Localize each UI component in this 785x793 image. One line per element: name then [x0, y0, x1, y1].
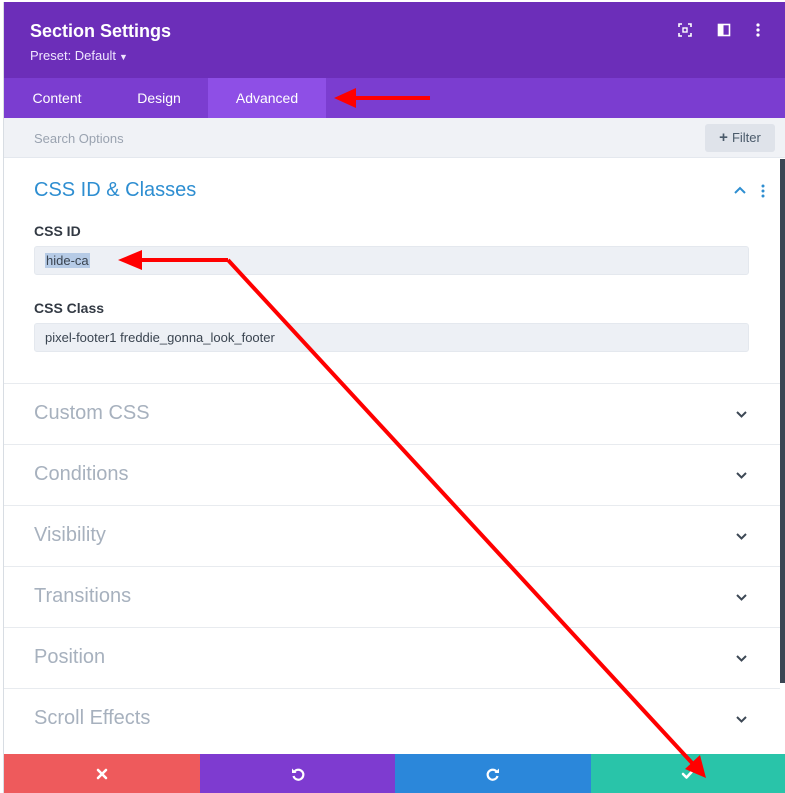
modal-header: Section Settings Preset: Default ▼ — [4, 2, 785, 78]
chevron-down-icon — [736, 411, 747, 418]
section-label: Scroll Effects — [34, 707, 151, 729]
chevron-up-icon[interactable] — [733, 185, 747, 195]
modal-footer — [4, 754, 785, 793]
scrollbar[interactable] — [780, 159, 785, 683]
save-button[interactable] — [591, 754, 785, 793]
filter-button[interactable]: + Filter — [705, 124, 775, 152]
split-view-icon[interactable] — [716, 22, 732, 38]
section-label: Conditions — [34, 463, 129, 485]
css-id-label: CSS ID — [34, 223, 81, 239]
plus-icon: + — [719, 129, 728, 146]
section-label: Visibility — [34, 524, 106, 546]
chevron-down-icon — [736, 472, 747, 479]
section-menu-icon[interactable] — [761, 184, 765, 198]
chevron-down-icon — [736, 533, 747, 540]
section-scroll-effects[interactable]: Scroll Effects — [4, 688, 780, 749]
preset-label: Preset: Default — [30, 48, 116, 63]
expand-icon[interactable] — [677, 22, 693, 38]
css-id-value: hide-ca — [45, 253, 90, 268]
chevron-down-icon — [736, 594, 747, 601]
redo-button[interactable] — [395, 754, 591, 793]
search-input[interactable] — [34, 127, 594, 149]
tab-content[interactable]: Content — [4, 78, 110, 118]
section-custom-css[interactable]: Custom CSS — [4, 383, 780, 444]
modal-title: Section Settings — [30, 21, 172, 41]
tab-design[interactable]: Design — [110, 78, 208, 118]
css-id-input[interactable]: hide-ca — [34, 246, 749, 275]
tab-bar: Content Design Advanced — [4, 78, 785, 118]
preset-selector[interactable]: Preset: Default ▼ — [30, 48, 128, 63]
close-icon — [96, 768, 108, 779]
css-class-label: CSS Class — [34, 300, 105, 316]
section-label: Custom CSS — [34, 402, 150, 424]
chevron-down-icon — [736, 655, 747, 662]
undo-icon — [291, 768, 304, 781]
checkmark-icon — [681, 768, 695, 779]
section-label: Transitions — [34, 585, 132, 607]
filter-label: Filter — [731, 130, 761, 145]
cancel-button[interactable] — [4, 754, 200, 793]
section-transitions[interactable]: Transitions — [4, 566, 780, 627]
caret-down-icon: ▼ — [119, 52, 128, 62]
redo-icon — [486, 768, 499, 781]
css-class-input[interactable]: pixel-footer1 freddie_gonna_look_footer — [34, 323, 749, 352]
undo-button[interactable] — [200, 754, 395, 793]
tab-advanced[interactable]: Advanced — [208, 78, 326, 118]
more-vertical-icon[interactable] — [750, 22, 766, 38]
chevron-down-icon — [736, 716, 747, 723]
section-label: Position — [34, 646, 106, 668]
section-position[interactable]: Position — [4, 627, 780, 688]
section-title[interactable]: CSS ID & Classes — [34, 179, 196, 202]
settings-content: CSS ID & Classes CSS ID hide-ca CSS Clas… — [4, 159, 780, 754]
section-conditions[interactable]: Conditions — [4, 444, 780, 505]
section-visibility[interactable]: Visibility — [4, 505, 780, 566]
search-bar: +Filter — [4, 118, 785, 158]
settings-modal: Section Settings Preset: Default ▼ Conten… — [3, 2, 785, 793]
